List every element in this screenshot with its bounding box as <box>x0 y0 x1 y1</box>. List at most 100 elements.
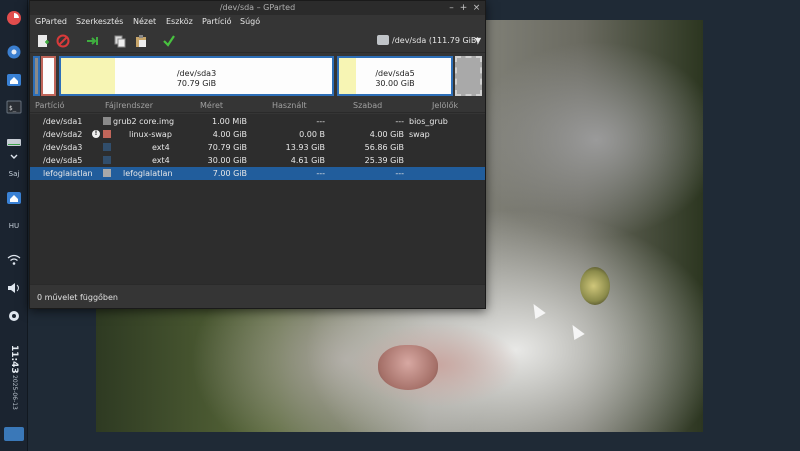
volume-icon[interactable] <box>4 278 24 298</box>
table-row[interactable]: /dev/sda3 ext4 70.79 GiB 13.93 GiB 56.86… <box>30 141 485 154</box>
cell-used: --- <box>316 117 325 126</box>
cell-filesystem: ext4 <box>152 156 170 165</box>
cell-free: 25.39 GiB <box>364 156 404 165</box>
mouse-cursor-icon <box>567 321 585 341</box>
cell-partition: /dev/sda3 <box>43 143 83 152</box>
side-panel: $_ Saj HU 11:43 2025-06-13 <box>0 0 28 451</box>
cell-flags: bios_grub <box>409 117 448 126</box>
table-row[interactable]: /dev/sda1 grub2 core.img 1.00 MiB --- --… <box>30 115 485 128</box>
cell-filesystem: grub2 core.img <box>113 117 175 126</box>
gparted-window: /dev/sda – GParted – + × GParted Szerkes… <box>29 0 486 309</box>
keyboard-icon[interactable] <box>4 427 24 441</box>
menu-device[interactable]: Eszköz <box>166 17 193 26</box>
table-row[interactable]: /dev/sda5 ext4 30.00 GiB 4.61 GiB 25.39 … <box>30 154 485 167</box>
cell-free: 56.86 GiB <box>364 143 404 152</box>
fs-color-swatch <box>103 143 111 151</box>
cell-filesystem: lefoglalatlan <box>123 169 173 178</box>
cell-used: 4.61 GiB <box>290 156 325 165</box>
maximize-icon[interactable]: + <box>458 2 469 14</box>
menu-help[interactable]: Súgó <box>240 17 260 26</box>
cell-used: 13.93 GiB <box>285 143 325 152</box>
partition-map: /dev/sda3 70.79 GiB /dev/sda5 30.00 GiB <box>30 53 485 99</box>
table-row[interactable]: /dev/sda2 ! linux-swap 4.00 GiB 0.00 B 4… <box>30 128 485 141</box>
menu-bar: GParted Szerkesztés Nézet Eszköz Partíci… <box>30 15 485 29</box>
status-bar: 0 művelet függőben <box>30 284 485 308</box>
map-segment-unallocated[interactable] <box>455 56 482 96</box>
resize-move-icon[interactable] <box>84 33 100 49</box>
menu-partition[interactable]: Partíció <box>202 17 232 26</box>
cell-size: 70.79 GiB <box>207 143 247 152</box>
delete-icon[interactable] <box>55 33 71 49</box>
home-icon[interactable] <box>4 70 24 90</box>
wifi-icon[interactable] <box>4 250 24 270</box>
device-label: /dev/sda (111.79 GiB) <box>392 36 480 45</box>
power-icon[interactable] <box>4 306 24 326</box>
cell-used: --- <box>316 169 325 178</box>
pending-operations: 0 művelet függőben <box>37 293 118 302</box>
keyboard-layout-label[interactable]: HU <box>4 216 24 236</box>
map-segment-size: 70.79 GiB <box>176 79 217 88</box>
files-icon[interactable] <box>4 188 24 208</box>
svg-text:$_: $_ <box>9 105 17 112</box>
cell-free: --- <box>395 169 404 178</box>
map-segment-name: /dev/sda3 <box>176 69 217 78</box>
clock[interactable]: 11:43 2025-06-13 <box>3 345 25 415</box>
toolbar: /dev/sda (111.79 GiB) ▼ <box>30 29 485 53</box>
fs-color-swatch <box>103 117 111 125</box>
menu-edit[interactable]: Szerkesztés <box>76 17 123 26</box>
table-header: Partíció Fájlrendszer Méret Használt Sza… <box>30 99 485 113</box>
apply-icon[interactable] <box>161 33 177 49</box>
column-partition[interactable]: Partíció <box>35 101 65 110</box>
fs-color-swatch <box>103 156 111 164</box>
title-bar[interactable]: /dev/sda – GParted – + × <box>30 1 485 15</box>
copy-icon[interactable] <box>112 33 128 49</box>
cell-partition: /dev/sda5 <box>43 156 83 165</box>
column-flags[interactable]: Jelölők <box>432 101 458 110</box>
partition-table: /dev/sda1 grub2 core.img 1.00 MiB --- --… <box>30 114 485 284</box>
map-segment-sda3[interactable]: /dev/sda3 70.79 GiB <box>59 56 334 96</box>
cell-free: 4.00 GiB <box>369 130 404 139</box>
dropdown-arrow-icon: ▼ <box>475 36 482 45</box>
paste-icon[interactable] <box>133 33 149 49</box>
app-menu-icon[interactable] <box>4 8 24 28</box>
cell-filesystem: ext4 <box>152 143 170 152</box>
cat-eye <box>580 267 610 305</box>
mouse-cursor-icon <box>528 300 546 320</box>
cell-partition: /dev/sda1 <box>43 117 83 126</box>
hard-disk-icon <box>377 35 389 45</box>
column-used[interactable]: Használt <box>272 101 307 110</box>
cell-partition: lefoglalatlan <box>43 169 93 178</box>
menu-view[interactable]: Nézet <box>133 17 156 26</box>
map-segment-name: /dev/sda5 <box>375 69 415 78</box>
menu-gparted[interactable]: GParted <box>35 17 67 26</box>
window-title: /dev/sda – GParted <box>219 3 296 12</box>
browser-icon[interactable] <box>4 42 24 62</box>
disk-icon[interactable] <box>4 132 24 152</box>
chevron-down-icon[interactable] <box>4 150 24 164</box>
fs-color-swatch <box>103 169 111 177</box>
map-segment-size: 30.00 GiB <box>375 79 415 88</box>
cell-size: 7.00 GiB <box>212 169 247 178</box>
map-segment-sda1[interactable] <box>33 56 40 96</box>
terminal-icon[interactable]: $_ <box>4 97 24 117</box>
column-free[interactable]: Szabad <box>353 101 382 110</box>
cell-size: 4.00 GiB <box>212 130 247 139</box>
cell-filesystem: linux-swap <box>129 130 172 139</box>
map-segment-sda5[interactable]: /dev/sda5 30.00 GiB <box>337 56 453 96</box>
cell-free: --- <box>395 117 404 126</box>
table-row-selected[interactable]: lefoglalatlan lefoglalatlan 7.00 GiB ---… <box>30 167 485 180</box>
minimize-icon[interactable]: – <box>446 2 457 14</box>
column-size[interactable]: Méret <box>200 101 223 110</box>
cat-nose <box>378 345 438 390</box>
map-segment-sda2[interactable] <box>41 56 56 96</box>
clock-time: 11:43 <box>9 345 19 374</box>
new-partition-icon[interactable] <box>35 33 51 49</box>
fs-color-swatch <box>103 130 111 138</box>
device-selector[interactable]: /dev/sda (111.79 GiB) ▼ <box>375 34 483 48</box>
cell-size: 30.00 GiB <box>207 156 247 165</box>
cell-size: 1.00 MiB <box>212 117 247 126</box>
warning-icon: ! <box>92 130 100 138</box>
column-filesystem[interactable]: Fájlrendszer <box>105 101 153 110</box>
cell-flags: swap <box>409 130 430 139</box>
close-icon[interactable]: × <box>471 2 482 14</box>
